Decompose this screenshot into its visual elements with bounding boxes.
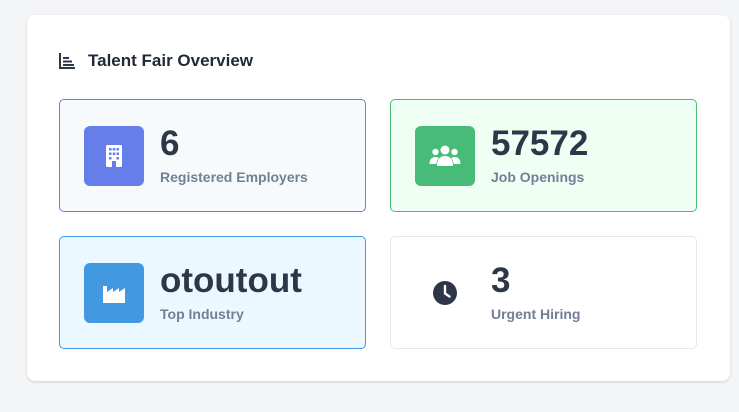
stat-card-job-openings: 57572 Job Openings [390, 99, 697, 212]
stat-card-employers: 6 Registered Employers [59, 99, 366, 212]
overview-header: Talent Fair Overview [58, 51, 253, 71]
building-icon [84, 126, 144, 186]
stat-card-urgent-hiring: 3 Urgent Hiring [390, 236, 697, 349]
stat-label-employers: Registered Employers [160, 169, 308, 185]
stat-label-urgent-hiring: Urgent Hiring [491, 306, 581, 322]
stat-value-top-industry: otoutout [160, 261, 302, 300]
stat-label-top-industry: Top Industry [160, 306, 244, 322]
stat-card-top-industry: otoutout Top Industry [59, 236, 366, 349]
industry-icon [84, 263, 144, 323]
overview-title: Talent Fair Overview [88, 51, 254, 70]
overview-card: Talent Fair Overview 6 Registered Employ… [27, 15, 730, 381]
stat-label-job-openings: Job Openings [491, 169, 585, 185]
bar-chart-icon [58, 52, 76, 70]
stat-value-job-openings: 57572 [491, 124, 589, 163]
clock-icon [415, 263, 475, 323]
stat-value-urgent-hiring: 3 [491, 261, 511, 300]
users-icon [415, 126, 475, 186]
stat-value-employers: 6 [160, 124, 180, 163]
